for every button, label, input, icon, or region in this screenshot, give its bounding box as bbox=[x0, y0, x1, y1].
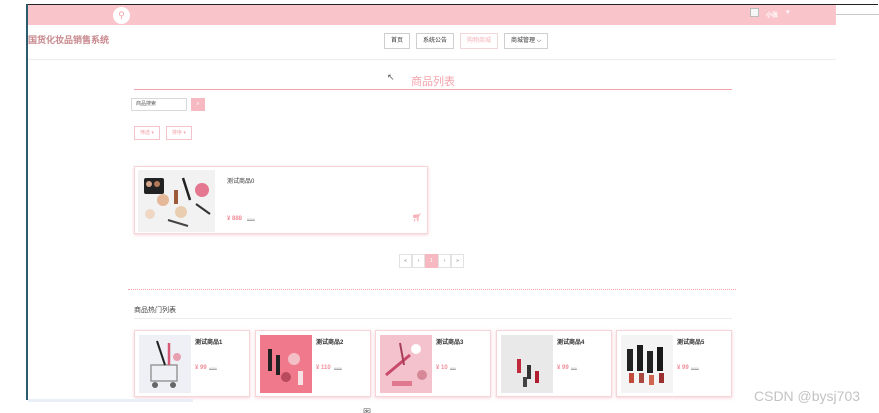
top-bar bbox=[28, 4, 836, 25]
page-next-button[interactable]: › bbox=[438, 254, 451, 268]
nav-item-announcements[interactable]: 系统公告 bbox=[416, 33, 455, 49]
product-search-input[interactable]: 商品搜索 bbox=[131, 98, 187, 111]
hot-product-price: ¥ 99 bbox=[195, 365, 207, 371]
product-old-price: ¥999 bbox=[247, 218, 255, 222]
hot-product-image[interactable] bbox=[380, 335, 432, 393]
hot-product-card[interactable]: 测试商品1 ¥ 99 ¥999 bbox=[134, 330, 250, 397]
product-name[interactable]: 测试商品0 bbox=[227, 176, 254, 185]
hot-product-card[interactable]: 测试商品5 ¥ 99 ¥999 bbox=[616, 330, 732, 397]
product-image[interactable] bbox=[138, 170, 215, 232]
filter-dropdown[interactable]: 筛选 ▾ bbox=[134, 126, 160, 140]
chevron-down-icon[interactable]: ▾ bbox=[786, 8, 790, 16]
product-list-title: 商品列表 bbox=[411, 76, 455, 88]
hot-products-title: 商品热门列表 bbox=[134, 307, 176, 314]
search-button[interactable]: ⌕ bbox=[191, 98, 205, 111]
main-nav: 首页 系统公告 购物商城 商城管理 ⌵ bbox=[384, 33, 549, 49]
hot-product-old-price: ¥999 bbox=[691, 367, 699, 371]
header-divider bbox=[28, 59, 836, 60]
hot-product-image[interactable] bbox=[260, 335, 312, 393]
nav-item-shop-management[interactable]: 商城管理 ⌵ bbox=[504, 33, 549, 49]
search-icon[interactable]: ⚲ bbox=[113, 7, 130, 24]
figure-caption: 图 bbox=[363, 408, 371, 413]
hot-product-card[interactable]: 测试商品4 ¥ 99 ¥99 bbox=[496, 330, 612, 397]
top-border bbox=[28, 4, 878, 5]
search-icon: ⌕ bbox=[196, 101, 200, 107]
hot-product-old-price: ¥999 bbox=[334, 367, 342, 371]
hot-product-price: ¥ 99 bbox=[557, 365, 569, 371]
pagination: « ‹ 1 › » bbox=[399, 254, 464, 268]
hot-product-card[interactable]: 测试商品3 ¥ 10 ¥99 bbox=[375, 330, 491, 397]
page-prev-button[interactable]: ‹ bbox=[412, 254, 425, 268]
status-stripe bbox=[28, 399, 193, 402]
hot-product-price: ¥ 110 bbox=[316, 365, 331, 371]
site-brand[interactable]: 国货化妆品销售系统 bbox=[28, 33, 109, 46]
hot-product-name[interactable]: 测试商品2 bbox=[316, 337, 343, 346]
hot-product-image[interactable] bbox=[501, 335, 553, 393]
page-number-button[interactable]: 1 bbox=[425, 254, 438, 268]
hot-product-image[interactable] bbox=[621, 335, 673, 393]
hot-product-name[interactable]: 测试商品5 bbox=[677, 337, 704, 346]
page-last-button[interactable]: » bbox=[451, 254, 464, 268]
product-card[interactable]: 测试商品0 ¥ 888 ¥999 🛒︎ bbox=[134, 166, 428, 234]
page-first-button[interactable]: « bbox=[399, 254, 412, 268]
title-underline bbox=[134, 89, 732, 90]
hot-product-name[interactable]: 测试商品3 bbox=[436, 337, 463, 346]
hot-product-old-price: ¥99 bbox=[450, 367, 456, 371]
hot-title-underline bbox=[134, 318, 732, 319]
nav-item-home[interactable]: 首页 bbox=[384, 33, 411, 49]
nav-item-shop[interactable]: 购物商城 bbox=[460, 33, 499, 49]
section-divider bbox=[128, 289, 736, 290]
hot-product-image[interactable] bbox=[139, 335, 191, 393]
sort-dropdown[interactable]: 排序 ▾ bbox=[166, 126, 192, 140]
hot-product-name[interactable]: 测试商品1 bbox=[195, 337, 222, 346]
top-border-tail bbox=[836, 14, 879, 15]
watermark: CSDN @bysj703 bbox=[754, 388, 861, 404]
hot-product-price: ¥ 99 bbox=[677, 365, 689, 371]
hot-product-price: ¥ 10 bbox=[436, 365, 448, 371]
avatar[interactable] bbox=[750, 8, 759, 17]
hot-product-old-price: ¥999 bbox=[209, 367, 217, 371]
user-name[interactable]: 小张 bbox=[766, 10, 778, 19]
hot-product-old-price: ¥99 bbox=[571, 367, 577, 371]
left-edge-bar bbox=[26, 4, 28, 400]
hot-product-card[interactable]: 测试商品2 ¥ 110 ¥999 bbox=[255, 330, 371, 397]
cart-icon[interactable]: 🛒︎ bbox=[412, 213, 422, 222]
page: { "header": { "brand": "国货化妆品销售系统", "use… bbox=[0, 0, 879, 413]
hot-product-name[interactable]: 测试商品4 bbox=[557, 337, 584, 346]
product-price: ¥ 888 bbox=[227, 216, 243, 222]
